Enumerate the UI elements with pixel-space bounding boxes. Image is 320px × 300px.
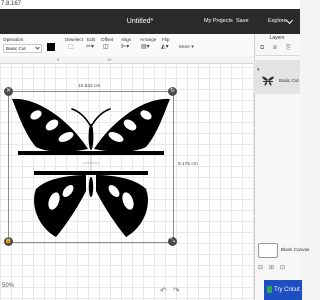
attach-icon[interactable]: ⊡ [280, 264, 285, 271]
my-projects-link[interactable]: My Projects [204, 9, 233, 34]
chevron-down-icon [35, 45, 40, 50]
selection-bounding-box[interactable] [8, 91, 174, 243]
align-icon[interactable]: ⊫▾ [121, 44, 129, 51]
layers-title: Layers [269, 35, 285, 41]
undo-icon[interactable]: ↶ [160, 286, 167, 295]
flip-icon[interactable]: ◭▾ [161, 44, 169, 51]
width-dimension-label: 10.842 cm [78, 84, 101, 89]
offset-label: Offset [101, 37, 114, 42]
slice-icon[interactable]: ⊟ [258, 264, 263, 271]
save-button[interactable]: Save [236, 9, 249, 34]
cricut-logo-icon [267, 286, 272, 293]
try-cricut-button[interactable]: Try Cricut [264, 280, 302, 300]
layer-thumbnail [262, 76, 274, 86]
blank-canvas-label: Blank Canvas [281, 247, 310, 252]
chevron-down-icon[interactable] [285, 16, 294, 25]
duplicate-icon[interactable]: ⎘ [286, 45, 291, 52]
arrange-label: Arrange [140, 37, 157, 42]
color-swatch[interactable] [47, 43, 55, 51]
top-ruler: 9 10 [0, 56, 254, 64]
lock-handle-icon[interactable]: 🔒 [4, 237, 13, 246]
edit-label: Edit [87, 37, 95, 42]
app-header: Untitled* My Projects Save Explore [0, 9, 300, 34]
ruler-tick: 9 [57, 57, 60, 62]
offset-icon[interactable]: ◫ [103, 44, 109, 51]
ruler-tick: 10 [107, 57, 112, 62]
deselect-icon[interactable]: ⬚ [68, 44, 74, 51]
height-dimension-label: 9.175 cm [178, 162, 198, 167]
layer-item[interactable]: ▾ [254, 60, 300, 94]
redo-icon[interactable]: ↷ [173, 286, 180, 295]
delete-handle-icon[interactable]: ✕ [4, 87, 13, 96]
more-menu-button[interactable]: More ▾ [179, 44, 194, 51]
address-text: 7.8.167 [1, 1, 22, 7]
operation-value: Basic Cut [6, 46, 26, 51]
layer-tools: ⊟ ⊞ ⊡ [254, 262, 300, 274]
edit-toolbar: Operation Basic Cut Deselect ⬚ Edit ✂▾ O… [0, 34, 254, 57]
operation-select[interactable]: Basic Cut [3, 44, 42, 53]
operation-label: Operation [3, 37, 24, 42]
arrange-icon[interactable]: ▤▾ [141, 44, 150, 51]
rotate-handle-icon[interactable]: ↻ [168, 87, 177, 96]
chevron-down-icon[interactable]: ▾ [257, 67, 260, 73]
group-icon[interactable]: ⧉ [260, 45, 264, 52]
ungroup-icon[interactable]: ⧈ [273, 45, 277, 52]
scissors-icon[interactable]: ✂▾ [86, 44, 94, 51]
deselect-label: Deselect [65, 37, 83, 42]
layer-name: Basic Cut [279, 78, 299, 83]
align-label: Align [121, 37, 132, 42]
zoom-level: 50% [2, 283, 15, 289]
explore-button[interactable]: Explore [268, 9, 287, 34]
combine-icon[interactable]: ⊞ [269, 264, 274, 271]
try-cricut-label: Try Cricut [274, 287, 300, 293]
document-title[interactable]: Untitled* [110, 9, 170, 34]
window-chrome: 7.8.167 [0, 0, 300, 9]
blank-canvas-swatch[interactable] [258, 243, 278, 258]
resize-handle-icon[interactable]: ⤡ [168, 237, 177, 246]
flip-label: Flip [162, 37, 170, 42]
layers-actions: ⧉ ⧈ ⎘ [254, 43, 300, 56]
